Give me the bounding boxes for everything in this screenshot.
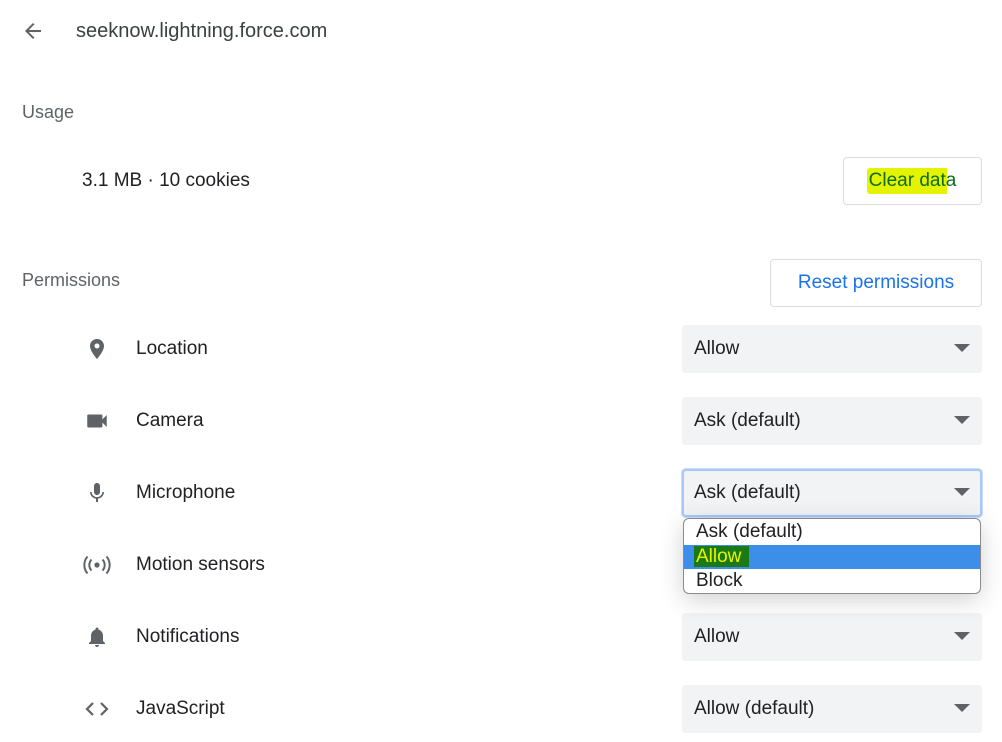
code-brackets-icon xyxy=(80,681,114,737)
camera-select[interactable]: Ask (default) xyxy=(682,397,982,445)
permission-row-microphone: Microphone Ask (default) xyxy=(0,465,1002,521)
usage-summary: 3.1 MB · 10 cookies xyxy=(82,170,250,191)
site-title: seeknow.lightning.force.com xyxy=(76,20,328,42)
camera-icon xyxy=(80,393,114,449)
option-block[interactable]: Block xyxy=(684,569,980,593)
dropdown-arrow-icon xyxy=(954,704,970,712)
select-value: Ask (default) xyxy=(694,482,801,503)
microphone-icon xyxy=(80,465,114,521)
select-value: Allow xyxy=(694,338,740,359)
option-allow[interactable]: Allow xyxy=(684,545,980,569)
permissions-heading: Permissions xyxy=(22,270,121,290)
select-value: Ask (default) xyxy=(694,410,801,431)
dropdown-arrow-icon xyxy=(954,416,970,424)
permission-label: Camera xyxy=(136,410,204,431)
back-button[interactable] xyxy=(14,13,52,49)
permission-label: JavaScript xyxy=(136,698,225,719)
permission-label: Motion sensors xyxy=(136,554,265,575)
usage-heading: Usage xyxy=(22,102,75,122)
location-pin-icon xyxy=(80,321,114,377)
site-settings-page: seeknow.lightning.force.com Usage 3.1 MB… xyxy=(0,0,1002,742)
javascript-select[interactable]: Allow (default) xyxy=(682,685,982,733)
permission-row-location: Location Allow xyxy=(0,321,1002,377)
option-allow-label: Allow xyxy=(694,546,750,567)
microphone-select[interactable]: Ask (default) xyxy=(682,469,982,517)
permission-label: Microphone xyxy=(136,482,236,503)
dropdown-arrow-icon xyxy=(954,344,970,352)
permission-label: Location xyxy=(136,338,208,359)
clear-data-label: Clear data xyxy=(866,168,959,194)
dropdown-arrow-icon xyxy=(954,632,970,640)
notifications-select[interactable]: Allow xyxy=(682,613,982,661)
location-select[interactable]: Allow xyxy=(682,325,982,373)
microphone-options-list: Ask (default) Allow Block xyxy=(683,518,981,594)
clear-data-button[interactable]: Clear data xyxy=(843,157,982,205)
permission-row-notifications: Notifications Allow xyxy=(0,609,1002,665)
dropdown-arrow-icon xyxy=(954,488,970,496)
permission-row-javascript: JavaScript Allow (default) xyxy=(0,681,1002,737)
reset-permissions-button[interactable]: Reset permissions xyxy=(770,259,982,307)
motion-sensors-icon xyxy=(80,537,114,593)
select-value: Allow xyxy=(694,626,740,647)
option-ask-default[interactable]: Ask (default) xyxy=(684,520,980,544)
select-value: Allow (default) xyxy=(694,698,815,719)
permission-label: Notifications xyxy=(136,626,240,647)
bell-icon xyxy=(80,609,114,665)
back-arrow-icon xyxy=(25,23,41,39)
permission-row-camera: Camera Ask (default) xyxy=(0,393,1002,449)
